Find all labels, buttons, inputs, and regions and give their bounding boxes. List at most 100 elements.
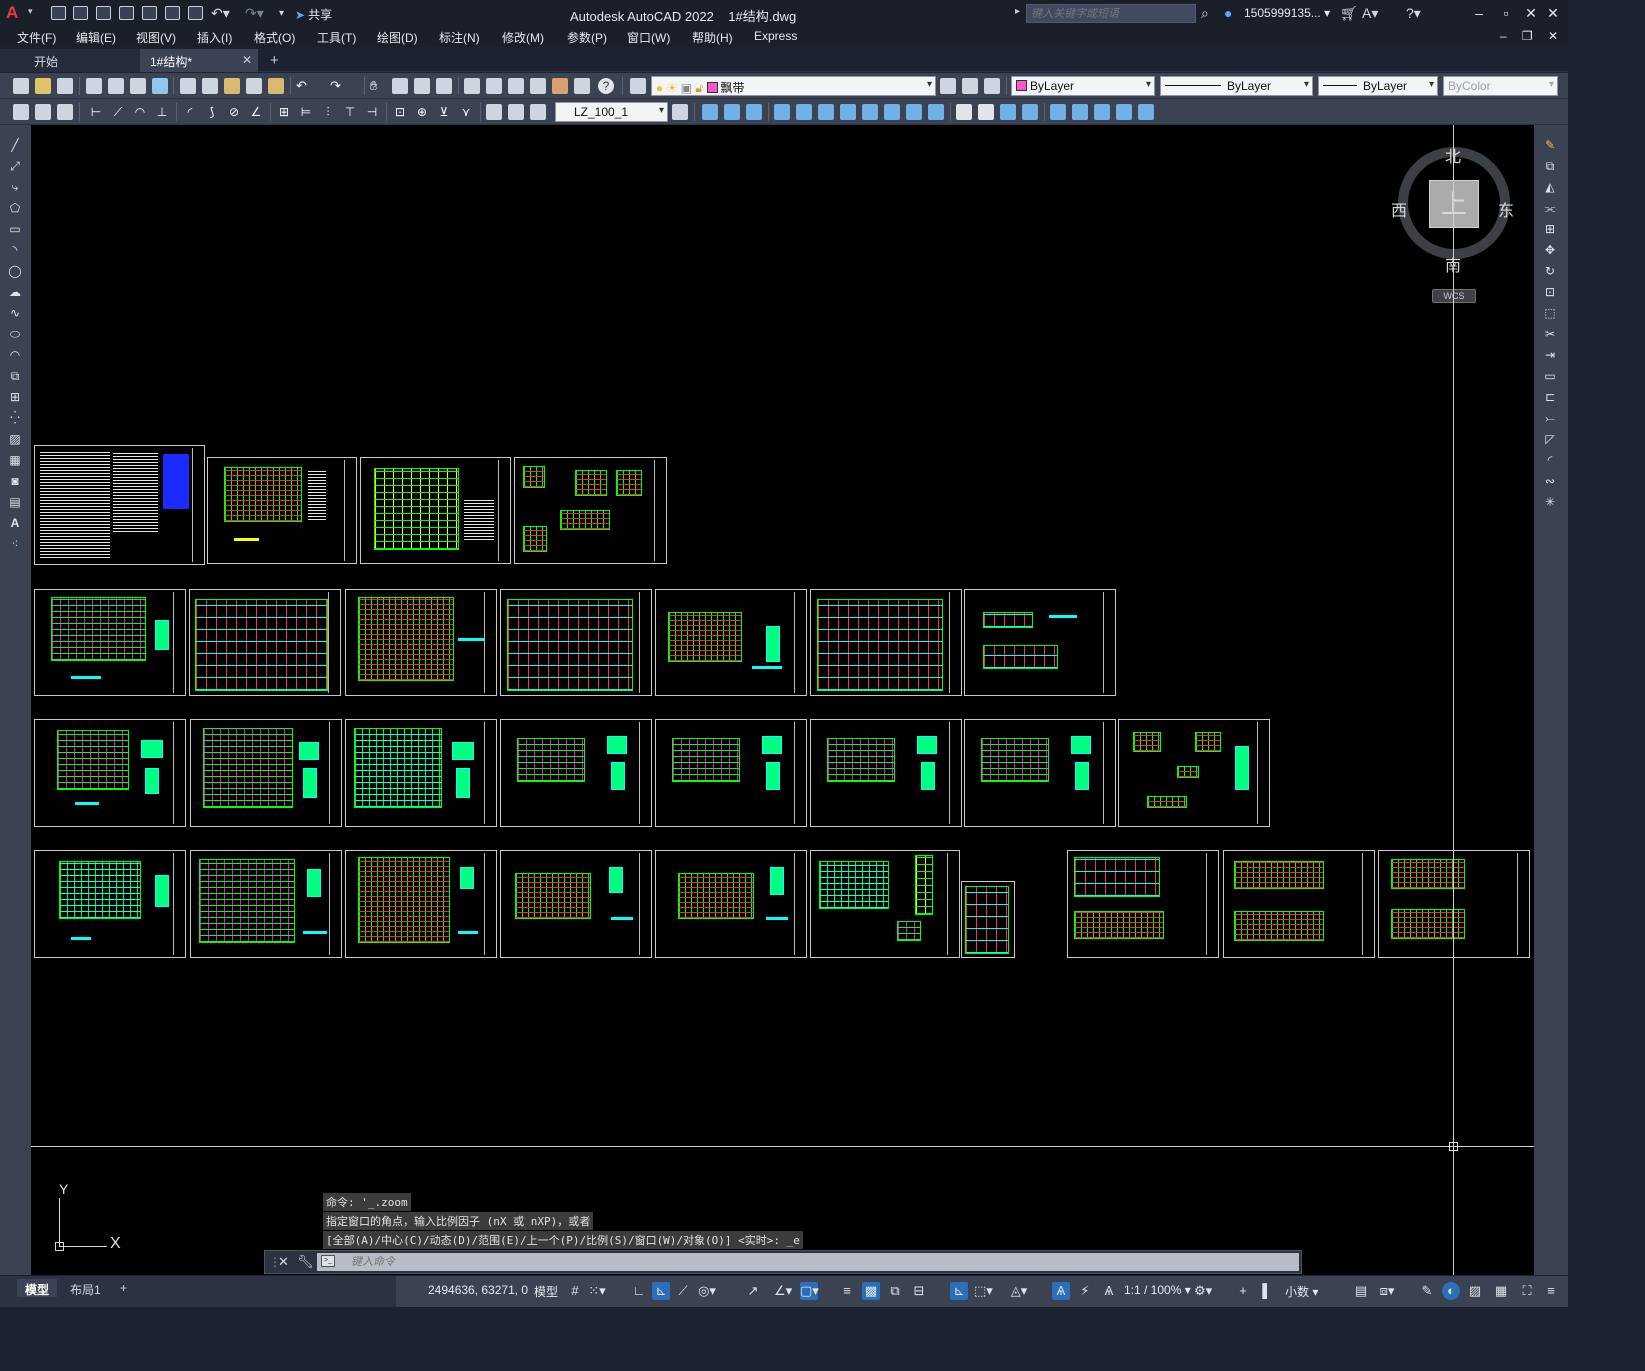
rotate-icon[interactable]: ↻ (1542, 263, 1558, 279)
properties-icon[interactable] (464, 78, 480, 94)
move-icon[interactable]: ✥ (1542, 242, 1558, 258)
aligned-dimension-icon[interactable]: ⟋ (110, 104, 126, 120)
user-icon[interactable]: ● (1224, 5, 1240, 21)
rectangle-icon[interactable]: ▭ (7, 221, 23, 237)
quick-dimension-icon[interactable]: ⊞ (276, 104, 292, 120)
arc-icon[interactable]: ◝ (7, 242, 23, 258)
modify-tool-icon[interactable] (840, 104, 856, 120)
modify-tool-icon[interactable] (978, 104, 994, 120)
array-icon[interactable]: ⊞ (1542, 221, 1558, 237)
document-window-controls[interactable]: – ❐ ✕ (1500, 29, 1564, 43)
autocad-logo-icon[interactable]: A (6, 3, 28, 23)
offset-icon[interactable]: ⫘ (1542, 200, 1558, 216)
fullscreen-icon[interactable]: ⛶ (1518, 1282, 1536, 1300)
menu-file[interactable]: 文件(F) (17, 29, 56, 46)
save-as-icon[interactable] (119, 6, 134, 20)
3d-osnap-icon[interactable]: ⊟ (910, 1282, 928, 1300)
multiline-text-icon[interactable]: A (7, 515, 23, 531)
customize-quick-access-icon[interactable]: ▾ (279, 8, 284, 19)
viewcube-top-face[interactable]: 上 (1429, 180, 1479, 228)
search-expand-icon[interactable]: ▸ (1015, 6, 1020, 17)
save-icon[interactable] (96, 6, 111, 20)
restore-button[interactable]: ▫ (1495, 3, 1517, 23)
compass-west[interactable]: 西 (1391, 197, 1407, 221)
keyword-search-input[interactable] (1026, 4, 1196, 23)
save-web-icon[interactable] (165, 6, 180, 20)
wrench-icon[interactable]: 🔧︎ (297, 1254, 314, 1270)
modify-tool-icon[interactable] (1022, 104, 1038, 120)
plot-preview-icon[interactable] (108, 78, 124, 94)
angle-icon[interactable]: ∠▾ (774, 1282, 792, 1300)
layer-dropdown[interactable]: ● ☀ ▣ 🔓︎ 飘带 ▾ (651, 76, 936, 96)
insert-block-icon[interactable]: ⧉ (7, 368, 23, 384)
menu-format[interactable]: 格式(O) (254, 29, 295, 46)
close-tab-icon[interactable]: ✕ (242, 53, 252, 67)
menu-modify[interactable]: 修改(M) (502, 29, 544, 46)
dimension-break-icon[interactable]: ⊣ (364, 104, 380, 120)
zoom-previous-icon[interactable] (436, 78, 452, 94)
color-dropdown[interactable]: ByLayer ▾ (1011, 76, 1155, 96)
layer-previous-icon[interactable] (962, 78, 978, 94)
open-icon[interactable] (73, 6, 88, 20)
command-input[interactable] (317, 1253, 1299, 1271)
menu-window[interactable]: 窗口(W) (627, 29, 670, 46)
trim-icon[interactable]: ✂ (1542, 326, 1558, 342)
modify-tool-icon[interactable] (702, 104, 718, 120)
modify-tool-icon[interactable] (906, 104, 922, 120)
add-selected-icon[interactable]: ⁖ (7, 536, 23, 552)
lock-ui-icon[interactable]: ⧈▾ (1378, 1282, 1396, 1300)
wcs-menu-button[interactable]: WCS (1432, 289, 1476, 303)
modify-tool-icon[interactable] (1050, 104, 1066, 120)
help-icon[interactable]: ? (598, 78, 614, 94)
annotation-visibility-icon[interactable]: Ѧ (1052, 1282, 1070, 1300)
dimension-text-edit-icon[interactable] (508, 104, 524, 120)
erase-icon[interactable]: ✎ (1542, 137, 1558, 153)
polygon-icon[interactable]: ⬠ (7, 200, 23, 216)
help-icon[interactable]: ?▾ (1406, 5, 1421, 22)
sheet-set-icon[interactable] (530, 78, 546, 94)
modify-tool-icon[interactable] (1072, 104, 1088, 120)
cart-icon[interactable]: 🛒︎ (1340, 5, 1358, 22)
extend-icon[interactable]: ⇥ (1542, 347, 1558, 363)
menu-view[interactable]: 视图(V) (136, 29, 176, 46)
clean-screen-icon[interactable]: ▨ (1466, 1282, 1484, 1300)
search-icon[interactable]: ⌕ (1201, 5, 1217, 21)
zoom-realtime-icon[interactable] (392, 78, 408, 94)
line-icon[interactable]: ╱ (7, 137, 23, 153)
plot-icon[interactable] (188, 6, 203, 20)
mirror-icon[interactable]: ◭ (1542, 179, 1558, 195)
user-account[interactable]: 1505999135... ▾ (1244, 6, 1330, 20)
spline-icon[interactable]: ∿ (7, 305, 23, 321)
paste-icon[interactable] (224, 78, 240, 94)
annotation-scale-value[interactable]: 1:1 / 100% ▾ (1124, 1283, 1191, 1297)
isometric-icon[interactable]: ⟋ (674, 1282, 692, 1300)
tab-drawing[interactable]: 1#结构* ✕ (140, 49, 258, 72)
drawing-canvas[interactable]: 上 北 南 东 西 WCS Y X 命令: '_.zoom 指定窗口的角点，输入… (31, 125, 1534, 1275)
chamfer-icon[interactable]: ◸ (1542, 431, 1558, 447)
make-current-layer-icon[interactable] (940, 78, 956, 94)
jogged-dimension-icon[interactable]: ⟆ (204, 104, 220, 120)
menu-dimension[interactable]: 标注(N) (439, 29, 480, 46)
modify-tool-icon[interactable] (884, 104, 900, 120)
ellipse-arc-icon[interactable]: ◠ (7, 347, 23, 363)
qnew-icon[interactable] (13, 78, 29, 94)
circle-icon[interactable]: ◯ (7, 263, 23, 279)
snap-icon[interactable]: ⁙▾ (588, 1282, 606, 1300)
hatch-icon[interactable]: ▨ (7, 431, 23, 447)
layer-properties-icon[interactable] (630, 78, 646, 94)
dimension-style-dropdown[interactable]: LZ_100_1 ▾ (555, 102, 668, 122)
menu-parametric[interactable]: 参数(P) (567, 29, 607, 46)
linear-dimension-icon[interactable]: ⊢ (88, 104, 104, 120)
undo-icon[interactable]: ↶ (296, 78, 312, 94)
stretch-icon[interactable]: ⬚ (1542, 305, 1558, 321)
app-menu-chevron-icon[interactable]: ▾ (28, 6, 33, 17)
object-snap-tracking-icon[interactable]: ◎▾ (698, 1282, 716, 1300)
redo-icon[interactable]: ↷▾ (245, 5, 264, 22)
menu-express[interactable]: Express (754, 29, 797, 43)
auto-scale-icon[interactable]: ⚡︎ (1076, 1282, 1094, 1300)
radius-dimension-icon[interactable]: ◜ (182, 104, 198, 120)
tab-start[interactable]: 开始 (0, 49, 140, 72)
menu-edit[interactable]: 编辑(E) (76, 29, 116, 46)
scale-icon[interactable]: ⊡ (1542, 284, 1558, 300)
grid-icon[interactable]: # (566, 1282, 584, 1300)
